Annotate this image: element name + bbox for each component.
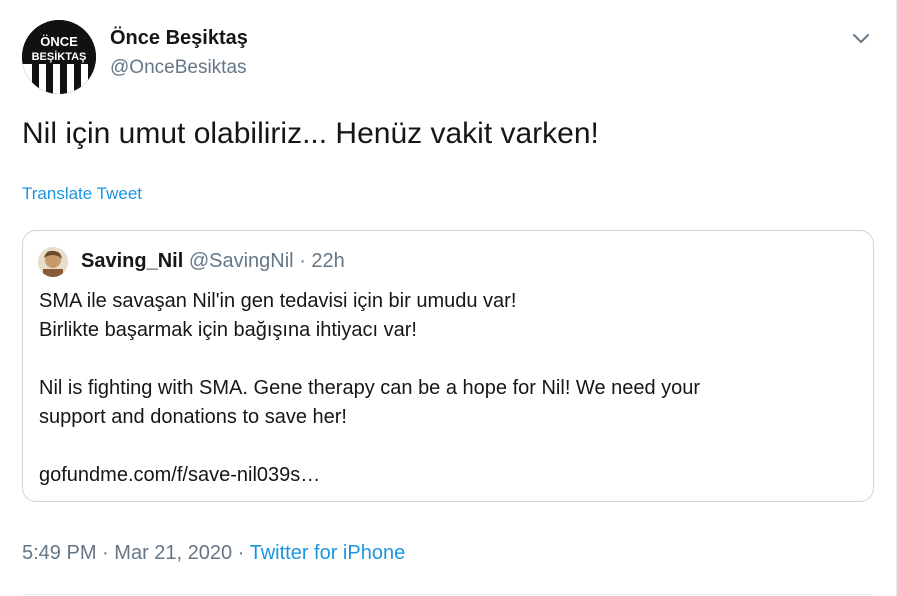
quoted-text: SMA ile savaşan Nil'in gen tedavisi için… — [39, 287, 700, 490]
quoted-text-line: Birlikte başarmak için bağışına ihtiyacı… — [39, 319, 417, 341]
quoted-text-line: Nil is fighting with SMA. Gene therapy c… — [39, 377, 701, 399]
tweet-text: Nil için umut olabiliriz... Henüz vakit … — [22, 117, 599, 150]
avatar-logo-line1: ÖNCE — [40, 34, 78, 49]
meta-separator: · — [102, 542, 109, 564]
quoted-paragraph-gap — [39, 432, 700, 461]
tweet-card: ÖNCE BEŞİKTAŞ Önce Beşiktaş @OnceBesikta… — [0, 0, 897, 596]
avatar-logo-line2: BEŞİKTAŞ — [32, 50, 87, 63]
quoted-handle[interactable]: @SavingNil — [189, 250, 294, 272]
author-handle[interactable]: @OnceBesiktas — [110, 57, 247, 79]
quoted-text-line: support and donations to save her! — [39, 406, 347, 428]
chevron-down-icon[interactable] — [848, 28, 874, 48]
quoted-display-name[interactable]: Saving_Nil — [81, 250, 183, 272]
quoted-header: Saving_Nil @SavingNil · 22h — [81, 250, 345, 273]
quoted-author-avatar[interactable] — [38, 247, 68, 277]
tweet-source-link[interactable]: Twitter for iPhone — [250, 542, 406, 564]
quoted-paragraph-gap — [39, 345, 700, 374]
quoted-link[interactable]: gofundme.com/f/save-nil039s… — [39, 461, 700, 490]
tweet-time[interactable]: 5:49 PM — [22, 542, 96, 564]
meta-separator: · — [237, 542, 245, 564]
quoted-tweet[interactable]: Saving_Nil @SavingNil · 22h SMA ile sava… — [22, 230, 874, 502]
quoted-separator: · — [299, 250, 306, 272]
tweet-metadata: 5:49 PM · Mar 21, 2020 · Twitter for iPh… — [22, 542, 405, 565]
quoted-timestamp[interactable]: 22h — [311, 250, 344, 272]
tweet-date[interactable]: Mar 21, 2020 — [114, 542, 232, 564]
author-avatar[interactable]: ÖNCE BEŞİKTAŞ — [22, 20, 96, 94]
quoted-text-line: SMA ile savaşan Nil'in gen tedavisi için… — [39, 290, 517, 312]
translate-tweet-link[interactable]: Translate Tweet — [22, 184, 142, 204]
author-display-name[interactable]: Önce Beşiktaş — [110, 27, 248, 50]
divider — [22, 594, 874, 595]
